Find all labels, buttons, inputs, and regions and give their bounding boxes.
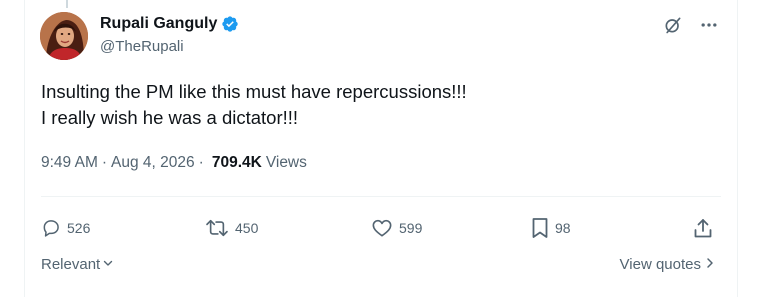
tweet-meta: 9:49 AM · Aug 4, 2026 · 709.4K Views bbox=[41, 154, 307, 172]
author-block: Rupali Ganguly @TheRupali bbox=[100, 14, 239, 55]
repost-count: 450 bbox=[235, 220, 259, 236]
display-name[interactable]: Rupali Ganguly bbox=[100, 15, 217, 33]
bookmark-button[interactable]: 98 bbox=[531, 212, 571, 244]
grok-icon[interactable] bbox=[662, 14, 684, 36]
tweet-header: Rupali Ganguly @TheRupali bbox=[40, 12, 720, 64]
share-icon bbox=[693, 217, 713, 239]
repost-button[interactable]: 450 bbox=[205, 212, 258, 244]
meta-separator: · bbox=[198, 154, 204, 171]
views-label: Views bbox=[265, 154, 307, 171]
avatar[interactable] bbox=[40, 12, 88, 60]
view-quotes-label: View quotes bbox=[619, 256, 701, 273]
like-button[interactable]: 599 bbox=[371, 212, 422, 244]
share-button[interactable] bbox=[693, 212, 713, 244]
tweet-time[interactable]: 9:49 AM bbox=[41, 154, 98, 172]
like-count: 599 bbox=[399, 220, 423, 236]
handle[interactable]: @TheRupali bbox=[100, 38, 239, 55]
views-count: 709.4K bbox=[211, 154, 262, 171]
sort-dropdown[interactable]: Relevant bbox=[41, 256, 114, 273]
tweet-line: Insulting the PM like this must have rep… bbox=[41, 81, 467, 102]
right-border bbox=[737, 0, 738, 297]
bookmark-count: 98 bbox=[555, 220, 571, 236]
reply-count: 526 bbox=[67, 220, 91, 236]
tweet-footer: Relevant View quotes bbox=[41, 256, 715, 276]
heart-icon bbox=[371, 218, 393, 238]
bookmark-icon bbox=[531, 217, 549, 239]
view-quotes-link[interactable]: View quotes bbox=[620, 256, 715, 273]
chevron-down-icon bbox=[102, 256, 114, 273]
reply-icon bbox=[41, 218, 61, 238]
left-border bbox=[24, 0, 25, 297]
header-icons bbox=[662, 14, 720, 36]
reply-button[interactable]: 526 bbox=[41, 212, 90, 244]
tweet-date[interactable]: Aug 4, 2026 bbox=[111, 154, 195, 172]
sort-label: Relevant bbox=[41, 256, 101, 273]
meta-separator: · bbox=[101, 154, 108, 171]
thread-connector bbox=[66, 0, 68, 8]
more-icon[interactable] bbox=[698, 14, 720, 36]
tweet-line: I really wish he was a dictator!!! bbox=[41, 107, 299, 128]
verified-badge-icon bbox=[221, 15, 239, 33]
chevron-right-icon bbox=[705, 256, 715, 273]
action-bar: 526 450 599 98 bbox=[41, 212, 721, 244]
divider bbox=[41, 196, 721, 197]
tweet-text: Insulting the PM like this must have rep… bbox=[41, 79, 721, 131]
repost-icon bbox=[205, 218, 229, 238]
